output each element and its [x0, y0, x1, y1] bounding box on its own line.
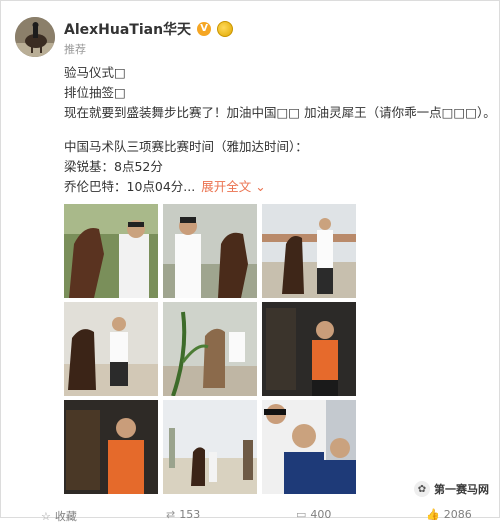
gold-medal-icon [217, 21, 234, 37]
username[interactable]: AlexHuaTian华天 [64, 19, 191, 39]
repost-count: 153 [179, 508, 201, 521]
photo-grid [64, 204, 356, 494]
chevron-down-icon: ⌄ [251, 179, 266, 194]
comment-icon: ▭ [296, 508, 307, 521]
comment-count: 400 [310, 508, 332, 521]
favorite-button[interactable]: ☆ 收藏 [41, 508, 77, 524]
username-row: AlexHuaTian华天 V [64, 19, 234, 39]
expand-label: 展开全文 [201, 179, 252, 194]
like-button[interactable]: 👍 2086 [426, 508, 472, 521]
wechat-logo-icon: ✿ [414, 481, 430, 497]
photo-team-selfie-9[interactable] [262, 400, 356, 494]
verified-v-badge-icon: V [197, 22, 212, 36]
action-bar: ☆ 收藏 ⇄ 153 ▭ 400 👍 2086 [1, 508, 500, 526]
avatar-image [15, 17, 55, 57]
photo-horse-walk-3[interactable] [262, 204, 356, 298]
post-line-3: 现在就要到盛装舞步比赛了！加油中国□□ 加油灵犀王（请你乖一点□□□）。 [64, 105, 496, 120]
avatar[interactable] [15, 17, 55, 57]
schedule-item-2: 乔伦巴特：10点04分... 展开全文 ⌄ [64, 177, 484, 197]
schedule-item-2-text: 乔伦巴特：10点04分... [64, 179, 196, 194]
photo-rider-stable-6[interactable] [262, 302, 356, 396]
photo-grooming-7[interactable] [64, 400, 158, 494]
watermark-text: 第一赛马网 [434, 483, 489, 496]
weibo-post-card: AlexHuaTian华天 V 推荐 验马仪式□ 排位抽签□ 现在就要到盛装舞步… [0, 0, 500, 523]
thumbs-up-icon: 👍 [426, 508, 440, 521]
photo-horse-leaf-5[interactable] [163, 302, 257, 396]
photo-horse-lead-4[interactable] [64, 302, 158, 396]
star-icon: ☆ [41, 509, 51, 523]
post-text: 验马仪式□ 排位抽签□ 现在就要到盛装舞步比赛了！加油中国□□ 加油灵犀王（请你… [64, 63, 496, 197]
photo-horse-and-rider-1[interactable] [64, 204, 158, 298]
recommend-label: 推荐 [64, 43, 86, 56]
repost-button[interactable]: ⇄ 153 [166, 508, 200, 521]
like-count: 2086 [443, 508, 472, 521]
expand-full-text-link[interactable]: 展开全文 ⌄ [201, 179, 265, 194]
schedule-title: 中国马术队三项赛比赛时间（雅加达时间）： [64, 139, 308, 154]
repost-icon: ⇄ [166, 508, 176, 521]
comment-button[interactable]: ▭ 400 [296, 508, 331, 521]
favorite-label: 收藏 [54, 510, 77, 523]
post-line-2: 排位抽签□ [64, 85, 126, 100]
watermark: ✿ 第一赛马网 [414, 481, 489, 497]
photo-rider-with-horse-2[interactable] [163, 204, 257, 298]
schedule-item-1: 梁锐基：8点52分 [64, 159, 163, 174]
photo-field-8[interactable] [163, 400, 257, 494]
post-line-1: 验马仪式□ [64, 65, 126, 80]
